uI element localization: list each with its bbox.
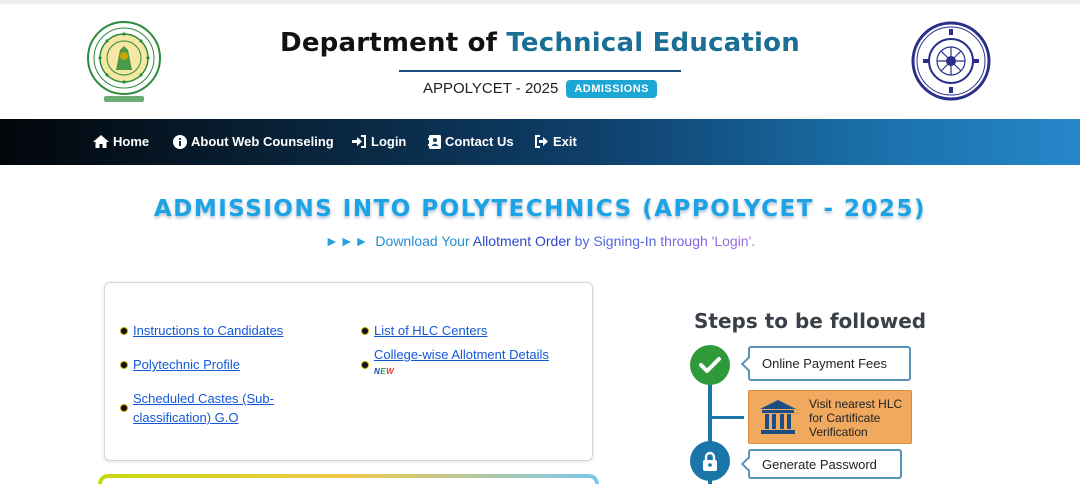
- link-list-of-hlc-centers[interactable]: List of HLC Centers: [374, 321, 487, 340]
- link-scheduled-castes-go[interactable]: Scheduled Castes (Sub-classification) G.…: [133, 389, 350, 427]
- login-icon: [352, 135, 366, 148]
- exit-icon: [535, 135, 548, 148]
- step-generate-password: Generate Password: [748, 449, 902, 479]
- nav-contact-us[interactable]: Contact Us: [428, 134, 514, 149]
- announcement-marquee: ►►► Download Your Allotment Order by Sign…: [324, 233, 756, 249]
- main-navbar: Home About Web Counseling Login Contact …: [0, 119, 1080, 165]
- home-icon: [93, 135, 109, 148]
- nav-login[interactable]: Login: [352, 134, 406, 149]
- nav-about-web-counseling[interactable]: About Web Counseling: [173, 134, 334, 149]
- check-icon: [699, 357, 721, 373]
- nav-exit[interactable]: Exit: [534, 134, 577, 149]
- bullet-icon: [120, 404, 128, 412]
- timeline-branch: [710, 416, 744, 419]
- new-badge: NEW: [374, 367, 395, 376]
- state-board-technical-education-seal: [911, 21, 991, 101]
- lock-icon: [703, 451, 717, 471]
- admissions-heading: ADMISSIONS INTO POLYTECHNICS (APPOLYCET …: [153, 196, 927, 222]
- step-visit-hlc: Visit nearest HLC for Cartificate Verifi…: [748, 390, 912, 444]
- link-instructions-to-candidates[interactable]: Instructions to Candidates: [133, 321, 283, 340]
- quick-links-card: Instructions to Candidates Polytechnic P…: [104, 282, 593, 461]
- steps-heading: Steps to be followed: [694, 309, 927, 333]
- contact-card-icon: [428, 134, 441, 149]
- info-icon: [173, 134, 187, 149]
- step-online-payment-fees: Online Payment Fees: [748, 346, 911, 381]
- bullet-icon: [361, 327, 369, 335]
- link-polytechnic-profile[interactable]: Polytechnic Profile: [133, 355, 240, 374]
- step-password-marker: [690, 441, 730, 481]
- nav-home[interactable]: Home: [93, 134, 149, 149]
- link-college-wise-allotment-details[interactable]: College-wise Allotment Details: [374, 347, 549, 362]
- list-item: College-wise Allotment Details NEW: [361, 345, 549, 376]
- list-item: Instructions to Candidates: [120, 321, 283, 340]
- bullet-icon: [120, 361, 128, 369]
- admissions-badge: ADMISSIONS: [566, 80, 658, 98]
- bank-building-icon: [760, 400, 796, 434]
- secondary-card: [98, 474, 599, 484]
- title-underline: [399, 70, 681, 72]
- bullet-icon: [361, 361, 369, 369]
- arrow-icons: ►►►: [324, 233, 370, 249]
- site-header: Department of Technical Education APPOLY…: [0, 4, 1080, 119]
- bullet-icon: [120, 327, 128, 335]
- list-item: Polytechnic Profile: [120, 355, 240, 374]
- list-item: Scheduled Castes (Sub-classification) G.…: [120, 389, 350, 427]
- step-complete-marker: [690, 345, 730, 385]
- step-visit-hlc-text: Visit nearest HLC for Cartificate Verifi…: [809, 397, 903, 439]
- list-item: List of HLC Centers: [361, 321, 487, 340]
- exam-name: APPOLYCET - 2025: [422, 80, 559, 97]
